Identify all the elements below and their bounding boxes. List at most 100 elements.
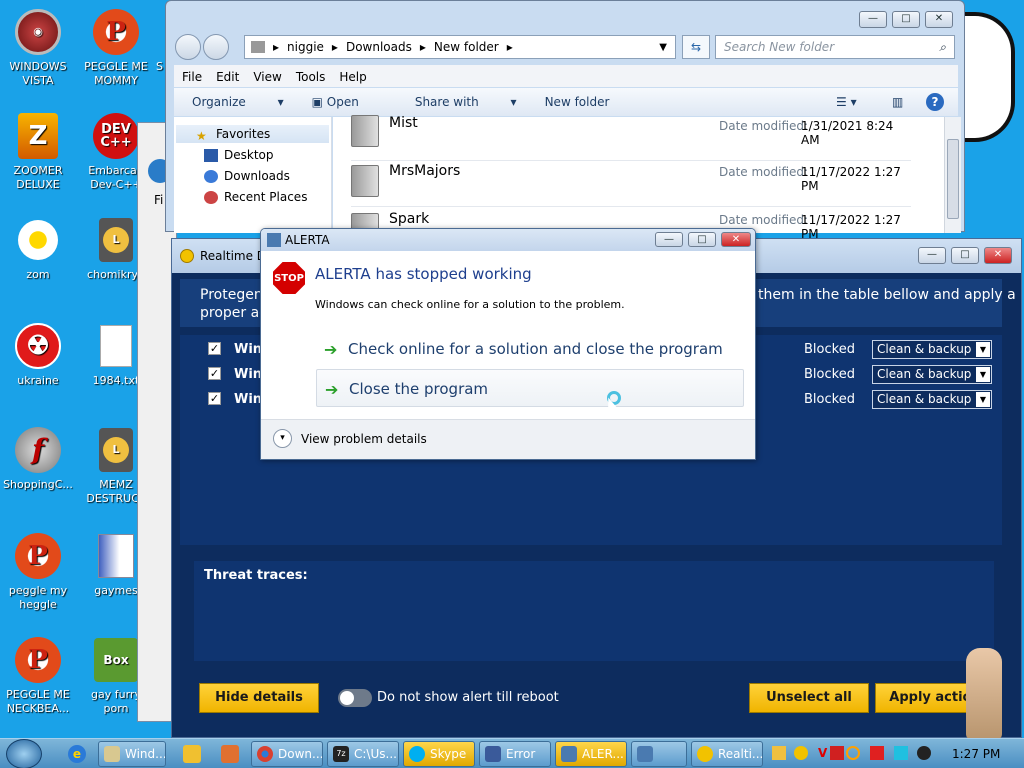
taskbar-item-realtime[interactable]: Realti... [691,741,763,767]
breadcrumb-item[interactable]: New folder [434,40,499,54]
share-with-button[interactable]: Share with ▾ [415,95,517,109]
minimize-button[interactable]: — [918,247,946,264]
tray-folder-icon[interactable] [772,746,786,760]
taskbar-item-windows[interactable]: Wind... [98,741,166,767]
forward-button[interactable] [203,34,229,60]
paint-icon[interactable] [221,745,239,763]
desktop-icon-label: ukraine [17,374,59,387]
scrollbar-thumb[interactable] [947,139,959,219]
media-icon[interactable] [183,745,201,763]
nav-downloads[interactable]: Downloads [174,166,331,187]
menu-help[interactable]: Help [339,70,366,84]
menu-edit[interactable]: Edit [216,70,239,84]
nav-desktop[interactable]: Desktop [174,145,331,166]
desktop-icon-label: ZOOMER DELUXE [13,164,63,191]
flower-icon [14,216,62,264]
file-list: Mist Date modified: 1/31/2021 8:24 AM Mr… [333,115,953,255]
breadcrumb-item[interactable]: Downloads [346,40,412,54]
refresh-button[interactable]: ⇆ [682,35,710,59]
peggle-icon: P [14,636,62,684]
new-folder-button[interactable]: New folder [545,95,610,109]
desktop-icon-peggle-neckbeard[interactable]: P PEGGLE ME NECKBEA... [0,636,76,716]
folder-icon [351,165,379,197]
minimize-button[interactable]: — [859,11,887,28]
row-checkbox[interactable]: ✓ [208,367,221,380]
taskbar-item-alerta[interactable]: ALER... [555,741,627,767]
tray-search-icon[interactable] [846,746,860,760]
minimize-button[interactable]: — [655,232,683,247]
tray-volume-icon[interactable] [917,746,931,760]
close-button[interactable]: ✕ [984,247,1012,264]
row-checkbox[interactable]: ✓ [208,392,221,405]
action-select[interactable]: Clean & backup ▼ [872,390,992,409]
app-icon [267,233,281,247]
desktop-icon-peggle-heggle[interactable]: P peggle my heggle [0,532,76,612]
list-item[interactable]: MrsMajors Date modified: 11/17/2022 1:27… [351,161,911,207]
maximize-button[interactable]: □ [951,247,979,264]
view-options-icon[interactable]: ☰ ▾ [836,95,857,109]
tray-flag-icon[interactable] [870,746,884,760]
desktop-icon-peggle-mommy[interactable]: P PEGGLE ME MOMMY [78,8,154,88]
row-checkbox[interactable]: ✓ [208,342,221,355]
preview-pane-icon[interactable]: ▥ [892,95,903,109]
nav-recent-places[interactable]: Recent Places [174,187,331,208]
close-button[interactable]: ✕ [925,11,953,28]
recent-places-icon [204,191,218,204]
help-icon[interactable]: ? [926,93,944,111]
back-button[interactable] [175,34,201,60]
desktop-icon-windows-vista[interactable]: ◉ WINDOWS VISTA [0,8,76,88]
desktop-icon-label: peggle my heggle [8,584,68,611]
dont-show-toggle[interactable] [338,689,372,707]
tray-protegent-icon[interactable] [794,746,808,760]
desktop-icon-shopping[interactable]: f ShoppingC... [0,426,76,492]
expand-details-icon[interactable]: ▾ [273,429,292,448]
breadcrumb-item[interactable]: niggie [287,40,324,54]
desktop-icon-zoomer[interactable]: Z ZOOMER DELUXE [0,112,76,192]
taskbar-item-skype[interactable]: Skype [403,741,475,767]
chrome-icon [257,746,273,762]
vista-icon: ◉ [14,8,62,56]
taskbar-item-unnamed[interactable] [631,741,687,767]
search-input[interactable]: Search New folder ⌕ [715,35,955,59]
close-button[interactable]: ✕ [721,232,751,247]
action-select[interactable]: Clean & backup ▼ [872,340,992,359]
desktop-icon-ukraine[interactable]: ☢ ukraine [0,322,76,388]
maximize-button[interactable]: □ [892,11,920,28]
scrollbar[interactable] [944,117,961,233]
ie-icon[interactable]: e [68,745,86,763]
clock[interactable]: 1:27 PM [952,747,1000,761]
chevron-down-icon[interactable]: ▼ [659,42,667,53]
address-bar[interactable]: ▸ niggie ▸ Downloads ▸ New folder ▸ ▼ [244,35,676,59]
desktop-icon-label: PEGGLE ME MOMMY [84,60,148,87]
taskbar-item-7zip[interactable]: 7z C:\Us... [327,741,399,767]
close-program-option[interactable]: ➔ Close the program [316,369,744,407]
tray-red-icon[interactable] [830,746,844,760]
view-problem-details[interactable]: View problem details [301,432,427,446]
bonzi-icon: Box [92,636,140,684]
desktop-icon-zom[interactable]: zom [0,216,76,282]
hide-details-button[interactable]: Hide details [199,683,319,713]
list-item[interactable]: Mist Date modified: 1/31/2021 8:24 AM [351,115,911,161]
nav-favorites[interactable]: ★ Favorites [176,125,329,143]
organize-button[interactable]: Organize ▾ [192,95,284,109]
downloads-icon [204,170,218,183]
check-online-option[interactable]: ➔ Check online for a solution and close … [316,330,744,368]
taskbar-item-error[interactable]: Error [479,741,551,767]
start-button[interactable] [6,739,42,768]
flash-icon: f [14,426,62,474]
search-icon: ⌕ [939,40,946,54]
tray-monitor-icon[interactable] [894,746,908,760]
menu-view[interactable]: View [253,70,281,84]
desktop-icon-label: 1984.txt [92,374,140,387]
devcpp-icon: DEV C++ [92,112,140,160]
desktop-icon-label: zom [26,268,50,281]
desktop-icon-label: Embarcad Dev-C++ [88,164,144,191]
action-select[interactable]: Clean & backup ▼ [872,365,992,384]
command-bar: Organize ▾ ▣ Open Share with ▾ New folde… [174,88,958,116]
unselect-all-button[interactable]: Unselect all [749,683,869,713]
menu-tools[interactable]: Tools [296,70,326,84]
maximize-button[interactable]: □ [688,232,716,247]
taskbar-item-downloads[interactable]: Down... [251,741,323,767]
menu-file[interactable]: File [182,70,202,84]
open-button[interactable]: ▣ Open [312,95,387,109]
